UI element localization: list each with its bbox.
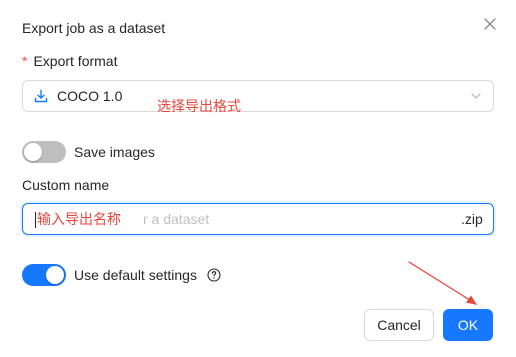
custom-name-label: Custom name (22, 177, 110, 193)
required-mark: * (22, 53, 28, 69)
ok-button[interactable]: OK (443, 309, 493, 341)
save-images-switch[interactable] (22, 141, 66, 163)
zip-suffix: .zip (461, 211, 483, 227)
export-format-label-text: Export format (33, 53, 118, 69)
custom-name-placeholder: r a dataset (143, 211, 210, 227)
annotation-arrow-icon (408, 261, 477, 305)
use-default-settings-switch[interactable] (22, 264, 66, 286)
text-caret (35, 212, 36, 228)
export-format-value: COCO 1.0 (57, 88, 123, 104)
export-dataset-modal: Export job as a dataset * Export format C… (0, 0, 516, 357)
modal-title: Export job as a dataset (22, 20, 166, 36)
close-icon[interactable] (480, 14, 500, 34)
use-default-settings-label: Use default settings (74, 267, 197, 283)
question-circle-icon[interactable] (207, 268, 221, 282)
custom-name-input[interactable]: r a dataset 输入导出名称 .zip (22, 203, 494, 235)
cancel-button[interactable]: Cancel (364, 309, 434, 341)
export-format-label: * Export format (22, 53, 117, 69)
custom-name-annotation: 输入导出名称 (37, 212, 121, 228)
save-images-label: Save images (74, 144, 155, 160)
switch-knob (24, 143, 42, 161)
export-format-annotation: 选择导出格式 (157, 99, 241, 115)
switch-knob (46, 266, 64, 284)
download-icon (34, 89, 48, 103)
export-format-select[interactable]: COCO 1.0 (22, 80, 494, 112)
chevron-down-icon (471, 93, 481, 99)
